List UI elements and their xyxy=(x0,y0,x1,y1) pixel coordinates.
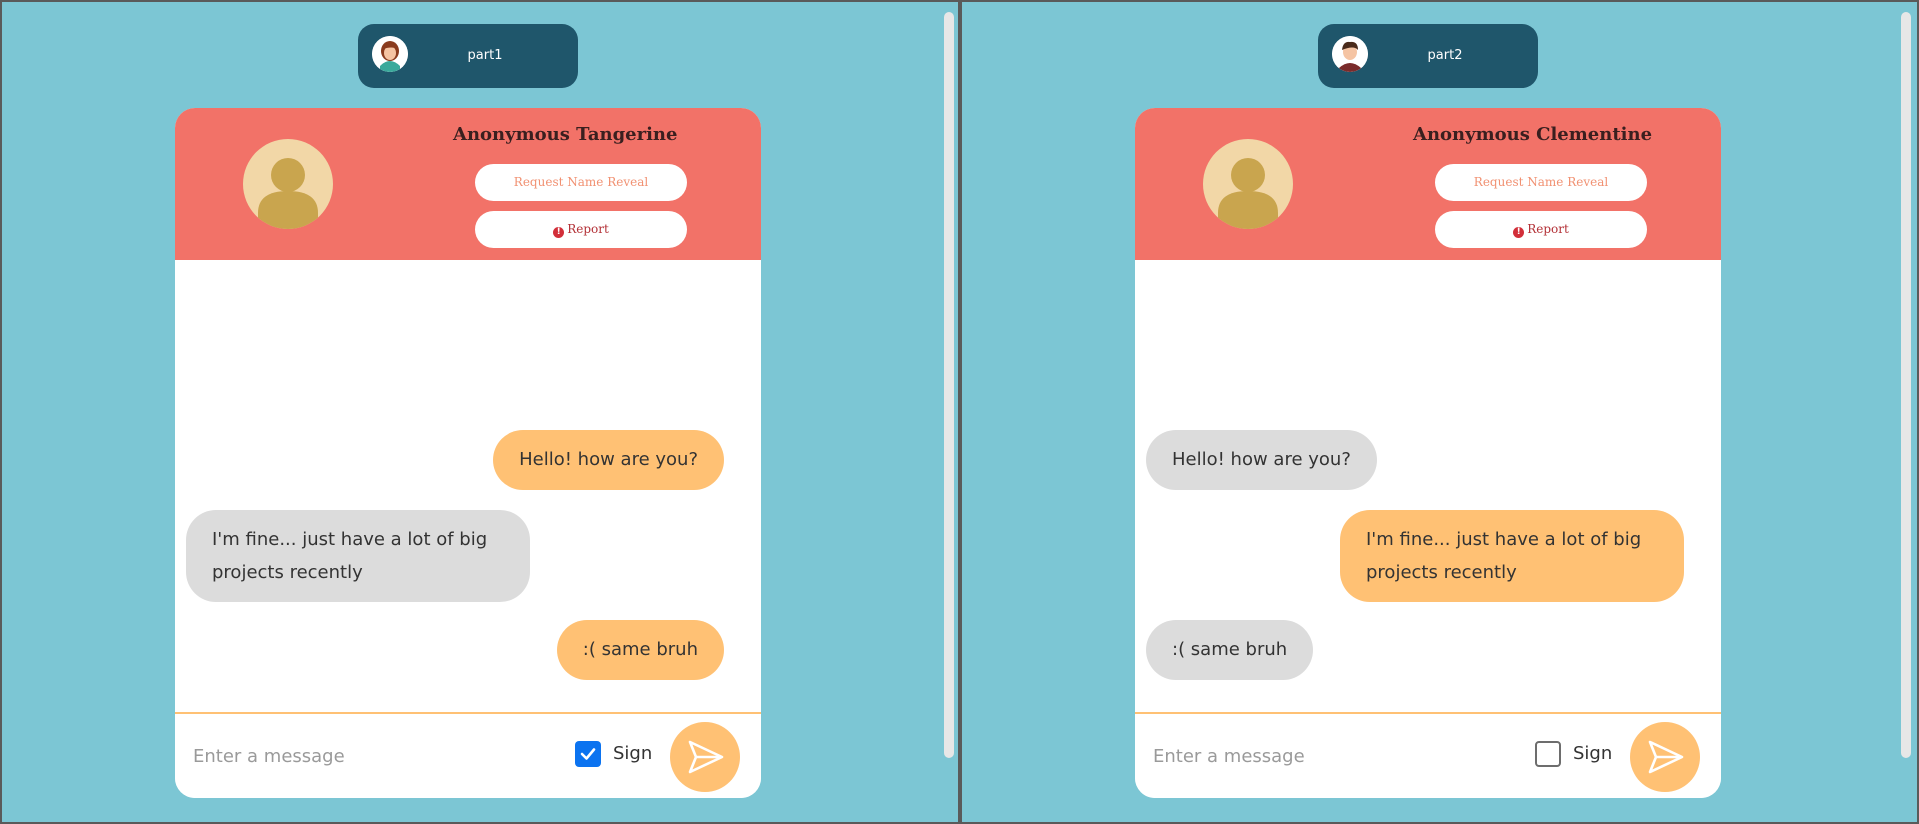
chat-header: Anonymous Tangerine Request Name Reveal … xyxy=(175,108,761,260)
chat-card: Anonymous Tangerine Request Name Reveal … xyxy=(175,108,761,798)
scrollbar[interactable] xyxy=(1901,12,1911,758)
message-input[interactable] xyxy=(1153,736,1503,776)
person-placeholder-icon xyxy=(1203,139,1293,229)
report-button[interactable]: ! Report xyxy=(1435,211,1647,248)
composer: Sign xyxy=(175,712,761,798)
sign-checkbox[interactable] xyxy=(1535,741,1561,767)
username-label: part2 xyxy=(1427,48,1463,63)
message-list: Hello! how are you? I'm fine... just hav… xyxy=(1135,260,1721,720)
message-input[interactable] xyxy=(193,736,543,776)
message-bubble-sent: Hello! how are you? xyxy=(493,430,724,490)
scrollbar[interactable] xyxy=(944,12,954,758)
peer-name: Anonymous Clementine xyxy=(1413,124,1653,145)
send-button[interactable] xyxy=(1630,722,1700,792)
female-avatar-icon xyxy=(372,36,408,72)
report-button[interactable]: ! Report xyxy=(475,211,687,248)
user-pill: part2 xyxy=(1318,24,1538,88)
message-list: Hello! how are you? I'm fine... just hav… xyxy=(175,260,761,720)
message-bubble-received: Hello! how are you? xyxy=(1146,430,1377,490)
username-label: part1 xyxy=(467,48,503,63)
checkmark-icon xyxy=(580,748,596,760)
message-bubble-sent: :( same bruh xyxy=(556,620,724,680)
male-avatar-icon xyxy=(1332,36,1368,72)
message-bubble-received: I'm fine... just have a lot of big proje… xyxy=(186,510,530,602)
message-bubble-sent: I'm fine... just have a lot of big proje… xyxy=(1340,510,1684,602)
chat-window-left: part1 Anonymous Tangerine Request Name R… xyxy=(0,0,960,824)
send-button[interactable] xyxy=(670,722,740,792)
request-name-reveal-button[interactable]: Request Name Reveal xyxy=(1435,164,1647,201)
paper-plane-icon xyxy=(1648,740,1684,774)
request-name-reveal-button[interactable]: Request Name Reveal xyxy=(475,164,687,201)
chat-card: Anonymous Clementine Request Name Reveal… xyxy=(1135,108,1721,798)
sign-label: Sign xyxy=(1573,743,1613,764)
chat-window-right: part2 Anonymous Clementine Request Name … xyxy=(960,0,1919,824)
exclamation-circle-icon: ! xyxy=(1513,227,1525,238)
chat-header: Anonymous Clementine Request Name Reveal… xyxy=(1135,108,1721,260)
person-placeholder-icon xyxy=(243,139,333,229)
message-bubble-received: :( same bruh xyxy=(1146,620,1314,680)
paper-plane-icon xyxy=(688,740,724,774)
composer: Sign xyxy=(1135,712,1721,798)
report-label: Report xyxy=(1527,222,1569,236)
user-pill: part1 xyxy=(358,24,578,88)
sign-checkbox[interactable] xyxy=(575,741,601,767)
sign-label: Sign xyxy=(613,743,653,764)
report-label: Report xyxy=(567,222,609,236)
peer-name: Anonymous Tangerine xyxy=(453,124,678,145)
exclamation-circle-icon: ! xyxy=(553,227,565,238)
